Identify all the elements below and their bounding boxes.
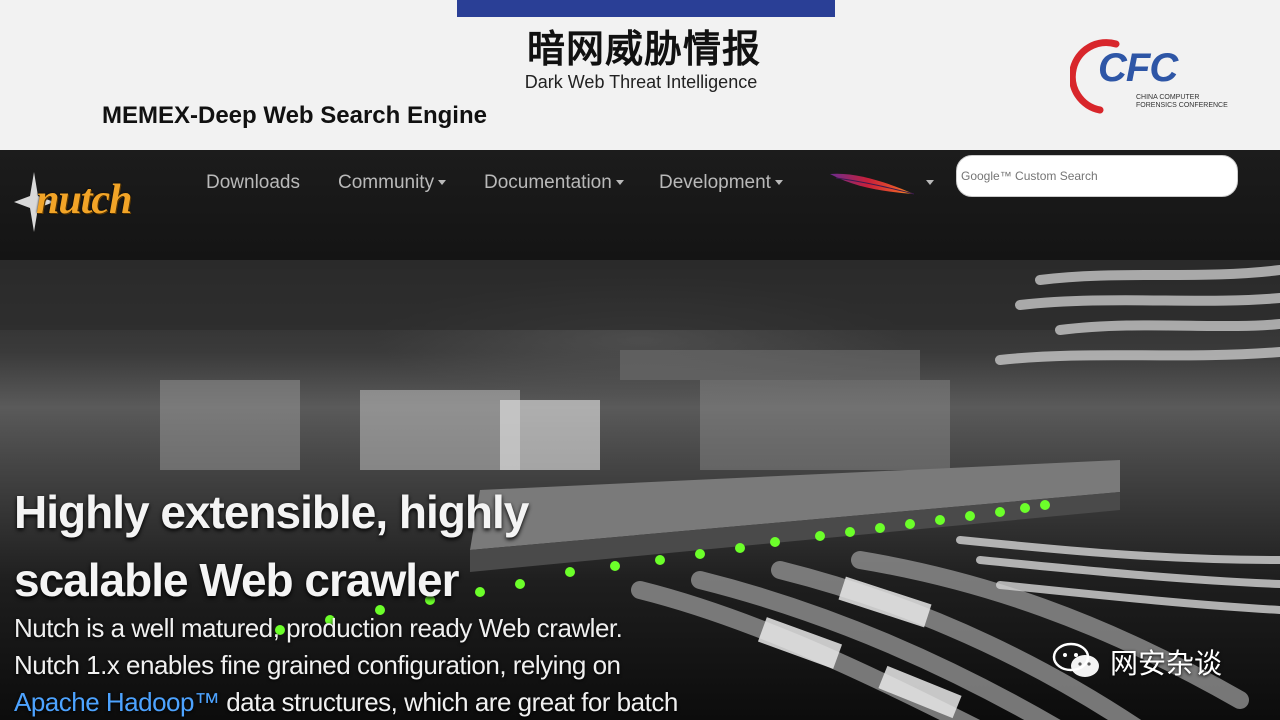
cfc-subtext-line1: CHINA COMPUTER [1136, 94, 1200, 101]
hero-body-line2: Nutch 1.x enables fine grained configura… [14, 650, 621, 680]
nutch-website-screenshot: nutch Downloads Community Documentation … [0, 150, 1280, 720]
chevron-down-icon[interactable] [926, 180, 934, 185]
hero-heading-line2: scalable Web crawler [14, 554, 460, 606]
watermark-text: 网安杂谈 [1110, 647, 1223, 680]
hero-body-line1: Nutch is a well matured, production read… [14, 613, 623, 643]
apache-feather-icon[interactable] [826, 168, 926, 208]
nav-development[interactable]: Development [659, 172, 783, 194]
wechat-icon [1052, 642, 1099, 677]
nav-downloads-label: Downloads [206, 172, 300, 193]
nav-development-label: Development [659, 172, 771, 193]
chevron-down-icon [774, 180, 783, 186]
site-navbar: nutch Downloads Community Documentation … [0, 150, 1280, 260]
search-input[interactable] [961, 162, 1231, 190]
chevron-down-icon [615, 180, 624, 186]
nutch-logo-text: nutch [36, 177, 132, 223]
hero-description: Nutch is a well matured, production read… [14, 610, 678, 720]
section-title: MEMEX-Deep Web Search Engine [102, 102, 487, 129]
nav-documentation[interactable]: Documentation [484, 172, 624, 194]
custom-search-box[interactable] [956, 155, 1238, 197]
hero-body-line3-text: data structures, which are great for bat… [219, 687, 678, 717]
nav-downloads[interactable]: Downloads [206, 172, 300, 194]
cfc-subtext-line2: FORENSICS CONFERENCE [1136, 102, 1228, 109]
nav-community[interactable]: Community [338, 172, 447, 194]
hero-body-line3: Apache Hadoop™ data structures, which ar… [14, 684, 678, 720]
nutch-logo[interactable]: nutch [14, 172, 164, 238]
nav-documentation-label: Documentation [484, 172, 612, 193]
apache-hadoop-link[interactable]: Apache Hadoop™ [14, 687, 220, 717]
top-accent-bar [457, 0, 835, 17]
cfc-logo: CFC CHINA COMPUTER FORENSICS CONFERENCE [1070, 36, 1240, 116]
cfc-logo-text: CFC [1098, 46, 1178, 90]
hero-heading-line1: Highly extensible, highly [14, 486, 529, 538]
nav-community-label: Community [338, 172, 435, 193]
slide-header: 暗网威胁情报 Dark Web Threat Intelligence MEME… [0, 0, 1280, 150]
chevron-down-icon [438, 180, 447, 186]
hero-heading: Highly extensible, highly scalable Web c… [14, 478, 529, 614]
cfc-logo-subtext: CHINA COMPUTER FORENSICS CONFERENCE [1136, 94, 1236, 110]
